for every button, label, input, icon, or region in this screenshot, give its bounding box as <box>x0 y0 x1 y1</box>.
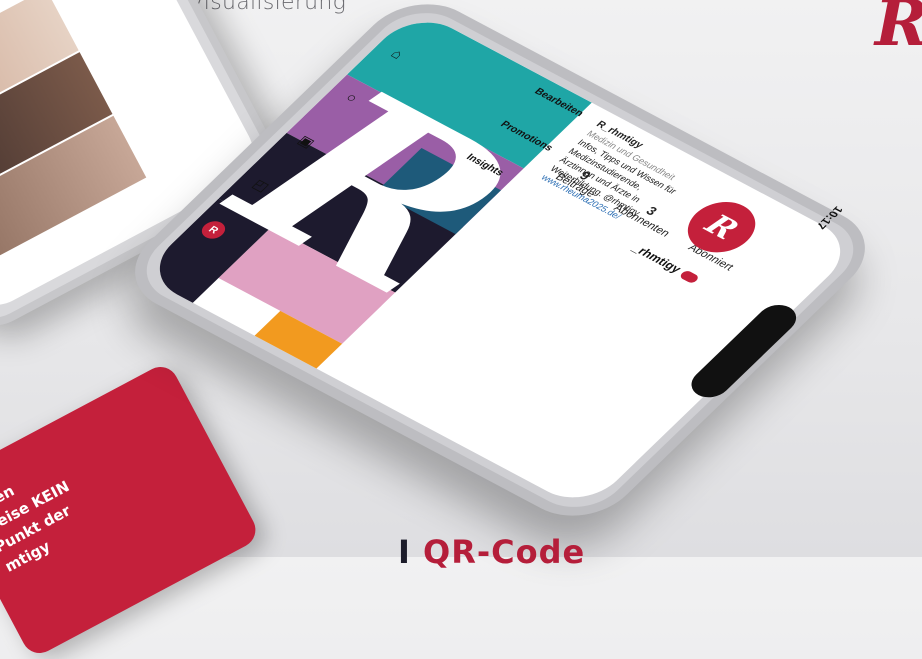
bottom-heading-part: I <box>398 533 411 571</box>
promotions-button[interactable]: Promotions <box>498 119 555 153</box>
instagram-profile-screen: R ⌂ ○ ▣ ◰ R Bearbeiten Promotions Insigh… <box>139 8 861 512</box>
search-icon[interactable]: ○ <box>336 87 366 109</box>
bottom-heading: I QR-Code <box>398 533 585 571</box>
verified-badge <box>678 269 700 284</box>
insights-button[interactable]: Insights <box>464 152 521 186</box>
bottom-heading-accent: QR-Code <box>423 533 586 571</box>
profile-avatar-nav[interactable]: R <box>197 217 230 242</box>
red-promo-card: st tiven weise KEIN Punkt der mtigy <box>0 360 262 659</box>
brand-logo: R <box>875 0 922 61</box>
status-time: 10:17 <box>812 204 845 231</box>
shop-icon[interactable]: ◰ <box>246 175 276 197</box>
reels-icon[interactable]: ▣ <box>291 131 321 153</box>
